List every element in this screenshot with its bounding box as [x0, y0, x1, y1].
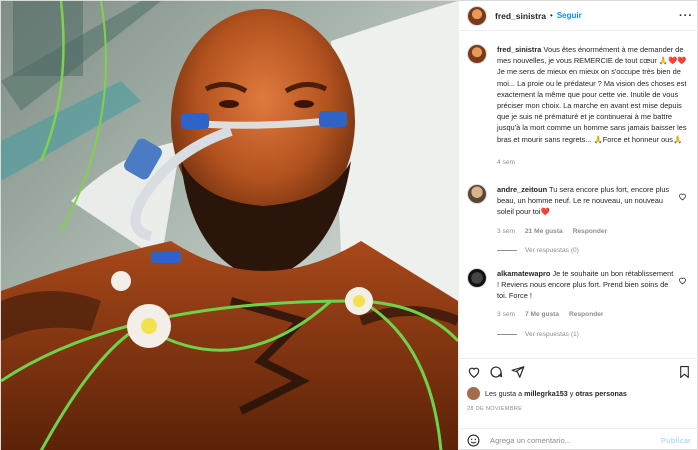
- caption: fred_sinistra Vous êtes énormément à me …: [467, 44, 689, 168]
- instagram-post-modal: fred_sinistra • Seguir ··· fred_sinistra…: [0, 0, 698, 450]
- post-header: fred_sinistra • Seguir ···: [459, 1, 698, 31]
- view-replies-label: Ver respuestas (0): [525, 246, 579, 254]
- replies-line: [497, 249, 517, 251]
- comment-time[interactable]: 3 sem: [497, 309, 515, 320]
- author-username[interactable]: fred_sinistra: [495, 11, 546, 21]
- commenter-avatar[interactable]: [467, 267, 487, 288]
- comment-icon[interactable]: [489, 365, 503, 379]
- comment-heart-icon[interactable]: [678, 276, 687, 285]
- liker-avatar[interactable]: [467, 387, 480, 400]
- hospital-selfie-image: [1, 1, 458, 450]
- separator-dot: •: [550, 11, 553, 20]
- comment-heart-icon[interactable]: [678, 192, 687, 201]
- comment-username[interactable]: alkamatewapro: [497, 269, 550, 278]
- caption-avatar[interactable]: [467, 44, 487, 64]
- post-photo[interactable]: [1, 1, 458, 450]
- caption-text: Vous êtes énormément à me demander de me…: [497, 45, 687, 144]
- post-sidebar: fred_sinistra • Seguir ··· fred_sinistra…: [458, 1, 698, 450]
- likes-middle: y: [569, 389, 574, 398]
- comment-item: andre_zeitoun Tu sera encore plus fort, …: [467, 184, 689, 237]
- commenter-avatar[interactable]: [467, 184, 487, 205]
- comment-time[interactable]: 3 sem: [497, 226, 515, 237]
- view-replies[interactable]: Ver respuestas (0): [497, 247, 689, 254]
- smiley-icon[interactable]: [467, 434, 480, 447]
- view-replies-label: Ver respuestas (1): [525, 330, 579, 338]
- follow-button[interactable]: Seguir: [557, 11, 582, 20]
- reply-button[interactable]: Responder: [569, 309, 603, 320]
- replies-line: [497, 333, 517, 335]
- comment-likes[interactable]: 21 Me gusta: [525, 226, 563, 237]
- liker-username[interactable]: millegrka153: [524, 389, 568, 398]
- comments-list[interactable]: fred_sinistra Vous êtes énormément à me …: [459, 32, 698, 354]
- comment-username[interactable]: andre_zeitoun: [497, 185, 547, 194]
- heart-icon[interactable]: [467, 365, 481, 379]
- comment-item: alkamatewapro Je te souhaite un bon réta…: [467, 267, 689, 321]
- share-icon[interactable]: [511, 365, 525, 379]
- more-icon[interactable]: ···: [679, 10, 693, 22]
- add-comment-bar: Publicar: [459, 428, 698, 450]
- comment-likes[interactable]: 7 Me gusta: [525, 309, 559, 320]
- bookmark-icon[interactable]: [678, 365, 691, 379]
- likes-prefix: Les gusta a: [485, 389, 523, 398]
- caption-time[interactable]: 4 sem: [497, 157, 515, 168]
- post-actions: [459, 358, 698, 384]
- view-replies[interactable]: Ver respuestas (1): [497, 331, 689, 338]
- comment-input[interactable]: [490, 435, 662, 445]
- reply-button[interactable]: Responder: [573, 226, 607, 237]
- publish-button[interactable]: Publicar: [661, 436, 691, 445]
- post-date[interactable]: 28 DE NOVIEMBRE: [467, 406, 522, 412]
- author-avatar[interactable]: [467, 5, 487, 26]
- other-likers[interactable]: otras personas: [575, 389, 627, 398]
- caption-username[interactable]: fred_sinistra: [497, 45, 541, 54]
- likes-summary: Les gusta a millegrka153 y otras persona…: [467, 387, 627, 400]
